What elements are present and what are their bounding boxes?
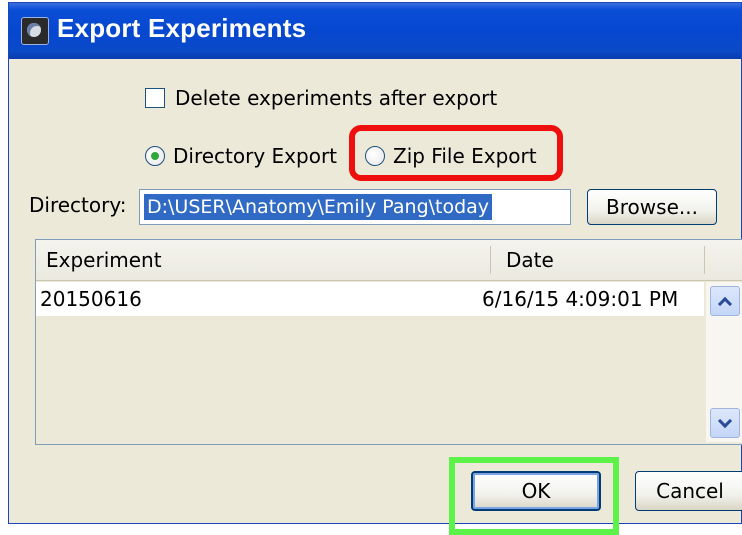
delete-after-export-label: Delete experiments after export xyxy=(175,86,498,110)
scroll-down-arrow-icon[interactable] xyxy=(710,408,740,438)
zip-export-option[interactable]: Zip File Export xyxy=(365,141,537,171)
experiment-cell: 20150616 xyxy=(40,287,142,311)
zip-export-radio[interactable] xyxy=(365,146,385,166)
delete-after-export-option[interactable]: Delete experiments after export xyxy=(145,83,497,113)
directory-input-value: D:\USER\Anatomy\Emily Pang\today xyxy=(144,194,493,220)
window-title: Export Experiments xyxy=(57,13,307,43)
column-header-date[interactable]: Date xyxy=(506,240,554,280)
zip-export-label: Zip File Export xyxy=(393,144,537,168)
column-divider[interactable] xyxy=(490,246,491,274)
app-icon xyxy=(21,17,49,45)
title-bar[interactable]: Export Experiments xyxy=(9,3,741,59)
scroll-up-arrow-icon[interactable] xyxy=(710,286,740,316)
directory-label: Directory: xyxy=(29,193,127,217)
date-cell: 6/16/15 4:09:01 PM xyxy=(482,287,679,311)
export-experiments-dialog: Export Experiments Delete experiments af… xyxy=(8,2,742,535)
column-header-experiment[interactable]: Experiment xyxy=(46,240,162,280)
vertical-scrollbar[interactable] xyxy=(706,282,742,442)
cancel-button[interactable]: Cancel xyxy=(635,471,742,511)
ok-button[interactable]: OK xyxy=(471,471,601,511)
directory-export-label: Directory Export xyxy=(173,144,338,168)
directory-export-option[interactable]: Directory Export xyxy=(145,141,337,171)
browse-button[interactable]: Browse... xyxy=(587,189,717,225)
directory-input[interactable]: D:\USER\Anatomy\Emily Pang\today xyxy=(139,189,571,225)
column-divider xyxy=(704,246,705,274)
table-row[interactable]: 20150616 6/16/15 4:09:01 PM xyxy=(36,282,704,316)
experiments-table: Experiment Date 20150616 6/16/15 4:09:01… xyxy=(35,239,742,445)
delete-after-export-checkbox[interactable] xyxy=(145,88,165,108)
table-header: Experiment Date xyxy=(36,240,742,281)
screenshot-frame: Export Experiments Delete experiments af… xyxy=(0,0,742,535)
directory-export-radio[interactable] xyxy=(145,146,165,166)
